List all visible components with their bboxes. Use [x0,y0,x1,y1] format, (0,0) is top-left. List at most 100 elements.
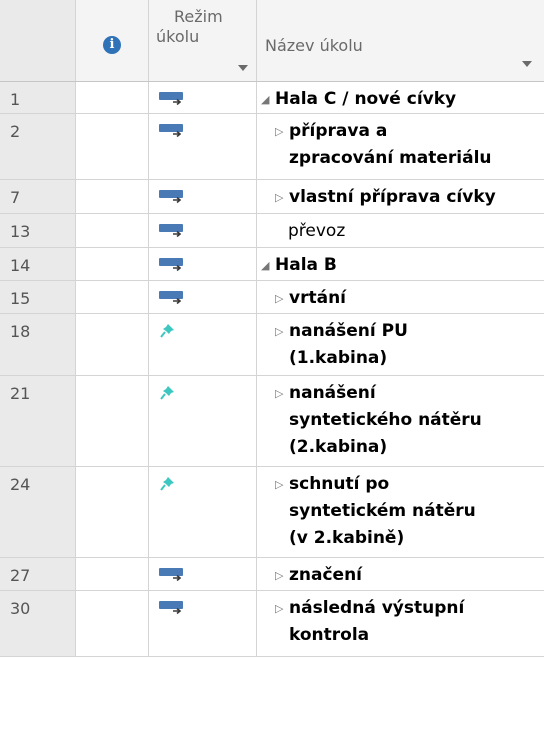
indicator-cell[interactable] [76,82,149,113]
task-mode-cell[interactable] [149,591,257,656]
auto-scheduled-icon [159,122,185,138]
table-row[interactable]: 2 ▷ příprava a zpracování materiálu [0,114,544,180]
task-mode-header-line2: úkolu [156,27,200,46]
auto-scheduled-icon [159,289,185,305]
indicator-cell[interactable] [76,591,149,656]
task-name-cell[interactable]: ▷ schnutí po syntetickém nátěru (v 2.kabi… [257,467,544,557]
indicator-cell[interactable] [76,114,149,179]
row-id-cell[interactable]: 21 [0,376,76,466]
task-name-cell[interactable]: ▷ příprava a zpracování materiálu [257,114,544,179]
table-row[interactable]: 24 ▷ schnutí po syntetickém nátěru (v 2.ka… [0,467,544,558]
collapse-triangle-icon[interactable]: ◢ [261,86,275,113]
task-name-cell[interactable]: ▷ následná výstupní kontrola [257,591,544,656]
expand-triangle-icon[interactable]: ▷ [275,184,289,211]
task-name-label: značení [289,565,363,585]
task-name-label: nanášení PU (1.kabina) [289,321,408,368]
task-name-cell[interactable]: ▷ vrtání [257,281,544,313]
table-row[interactable]: 21 ▷ nanášení syntetického nátěru (2.kabin… [0,376,544,467]
row-id-cell[interactable]: 27 [0,558,76,590]
indicator-cell[interactable] [76,314,149,375]
table-row[interactable]: 30 ▷ následná výstupní kontrola [0,591,544,657]
grid-header: i Režim úkolu Název úkolu [0,0,544,82]
chevron-down-icon[interactable] [238,65,248,71]
task-mode-cell[interactable] [149,376,257,466]
task-mode-cell[interactable] [149,248,257,280]
expand-triangle-icon[interactable]: ▷ [275,118,289,172]
task-name-label: nanášení syntetického nátěru (2.kabina) [289,383,482,457]
auto-scheduled-icon [159,566,185,582]
task-name-label: vrtání [289,288,346,308]
task-name-label: převoz [288,221,346,241]
row-id-cell[interactable]: 1 [0,82,76,113]
indicator-cell[interactable] [76,467,149,557]
row-id-cell[interactable]: 24 [0,467,76,557]
task-name-cell[interactable]: ▷ nanášení PU (1.kabina) [257,314,544,375]
task-mode-cell[interactable] [149,558,257,590]
manually-scheduled-pin-icon [159,384,181,402]
table-row[interactable]: 15 ▷ vrtání [0,281,544,314]
indicator-cell[interactable] [76,248,149,280]
manually-scheduled-pin-icon [159,475,181,493]
task-name-header-label: Název úkolu [265,36,363,55]
task-name-column-header[interactable]: Název úkolu [257,0,544,81]
task-mode-cell[interactable] [149,281,257,313]
auto-scheduled-icon [159,188,185,204]
row-id-cell[interactable]: 2 [0,114,76,179]
task-mode-cell[interactable] [149,214,257,247]
task-name-label: Hala B [275,255,337,275]
task-name-label: následná výstupní kontrola [289,598,465,645]
task-grid: i Režim úkolu Název úkolu 1 ◢ Hala C / nov… [0,0,544,657]
expand-triangle-icon[interactable]: ▷ [275,285,289,312]
indicator-cell[interactable] [76,214,149,247]
table-row[interactable]: 14 ◢ Hala B [0,248,544,281]
info-icon: i [103,35,121,54]
expand-triangle-icon[interactable]: ▷ [275,471,289,552]
expand-triangle-icon[interactable]: ▷ [275,595,289,649]
task-name-cell[interactable]: převoz [257,214,544,247]
auto-scheduled-icon [159,599,185,615]
indicators-column-header[interactable]: i [76,0,149,81]
task-name-cell[interactable]: ▷ značení [257,558,544,590]
table-row[interactable]: 7 ▷ vlastní příprava cívky [0,180,544,214]
expand-triangle-icon[interactable]: ▷ [275,380,289,461]
row-id-cell[interactable]: 13 [0,214,76,247]
task-mode-header-line1: Režim [174,7,223,26]
expand-triangle-icon[interactable]: ▷ [275,318,289,372]
row-id-cell[interactable]: 7 [0,180,76,213]
row-id-cell[interactable]: 30 [0,591,76,656]
row-id-cell[interactable]: 14 [0,248,76,280]
row-id-cell[interactable]: 18 [0,314,76,375]
indicator-cell[interactable] [76,180,149,213]
task-mode-column-header[interactable]: Režim úkolu [149,0,257,81]
select-all-corner[interactable] [0,0,76,81]
auto-scheduled-icon [159,256,185,272]
task-mode-cell[interactable] [149,180,257,213]
indicator-cell[interactable] [76,281,149,313]
table-row[interactable]: 27 ▷ značení [0,558,544,591]
row-id-cell[interactable]: 15 [0,281,76,313]
table-row[interactable]: 18 ▷ nanášení PU (1.kabina) [0,314,544,376]
task-name-cell[interactable]: ▷ vlastní příprava cívky [257,180,544,213]
task-mode-cell[interactable] [149,114,257,179]
chevron-down-icon[interactable] [522,61,532,67]
indicator-cell[interactable] [76,558,149,590]
manually-scheduled-pin-icon [159,322,181,340]
task-name-label: vlastní příprava cívky [289,187,496,207]
collapse-triangle-icon[interactable]: ◢ [261,252,275,279]
auto-scheduled-icon [159,222,185,238]
indicator-cell[interactable] [76,376,149,466]
task-rows: 1 ◢ Hala C / nové cívky 2 ▷ příprava a zpraco… [0,82,544,657]
task-name-label: schnutí po syntetickém nátěru (v 2.kabin… [289,474,476,548]
task-name-cell[interactable]: ◢ Hala C / nové cívky [257,82,544,113]
task-mode-cell[interactable] [149,82,257,113]
expand-triangle-icon[interactable]: ▷ [275,562,289,589]
task-mode-cell[interactable] [149,314,257,375]
auto-scheduled-icon [159,90,185,106]
task-name-cell[interactable]: ◢ Hala B [257,248,544,280]
task-name-label: Hala C / nové cívky [275,89,457,109]
task-name-cell[interactable]: ▷ nanášení syntetického nátěru (2.kabina) [257,376,544,466]
task-name-label: příprava a zpracování materiálu [289,121,492,168]
task-mode-cell[interactable] [149,467,257,557]
table-row[interactable]: 13 převoz [0,214,544,248]
table-row[interactable]: 1 ◢ Hala C / nové cívky [0,82,544,114]
